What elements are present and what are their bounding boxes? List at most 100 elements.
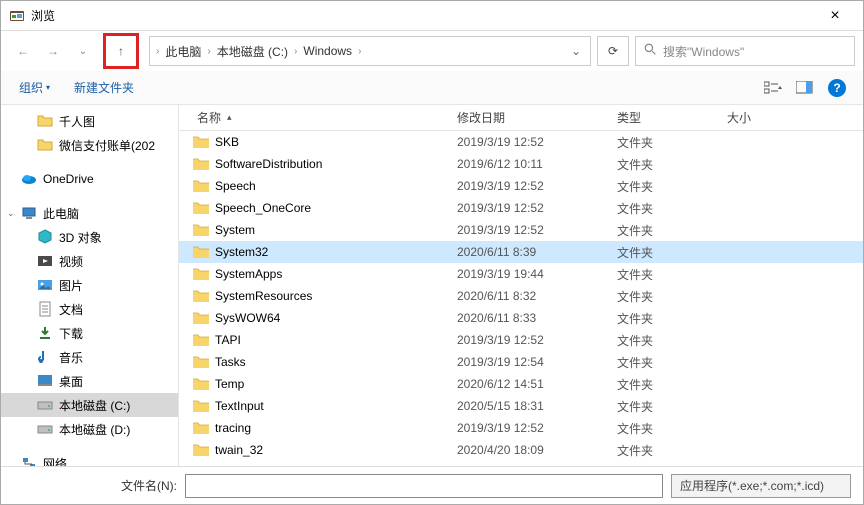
file-type: 文件夹 (609, 376, 719, 393)
file-row[interactable]: TAPI2019/3/19 12:52文件夹 (179, 329, 863, 351)
chevron-right-icon: › (154, 46, 161, 57)
expand-icon[interactable]: ⌄ (7, 208, 19, 219)
folder-icon (37, 113, 53, 129)
file-name: Tasks (215, 355, 246, 369)
col-name[interactable]: 名称 ▴ (179, 109, 449, 126)
sidebar-item[interactable]: OneDrive (1, 167, 178, 191)
file-list[interactable]: SKB2019/3/19 12:52文件夹SoftwareDistributio… (179, 131, 863, 466)
folder-icon (193, 443, 209, 457)
address-dropdown[interactable]: ⌄ (566, 44, 586, 58)
folder-icon (193, 421, 209, 435)
file-row[interactable]: Tasks2019/3/19 12:54文件夹 (179, 351, 863, 373)
file-date: 2019/3/19 12:52 (449, 223, 609, 237)
sidebar[interactable]: 千人图微信支付账单(202 OneDrive ⌄此电脑 3D 对象视频图片文档下载音乐… (1, 105, 179, 466)
search-input[interactable]: 搜索"Windows" (635, 36, 855, 66)
folder-icon (193, 201, 209, 215)
address-bar[interactable]: › 此电脑 › 本地磁盘 (C:) › Windows › ⌄ (149, 36, 591, 66)
folder-icon (193, 333, 209, 347)
col-size[interactable]: 大小 (719, 109, 809, 126)
folder-icon (193, 289, 209, 303)
sidebar-item[interactable]: ⌄此电脑 (1, 201, 178, 225)
file-row[interactable]: System 2019/3/19 12:52文件夹 (179, 219, 863, 241)
file-type: 文件夹 (609, 288, 719, 305)
file-type: 文件夹 (609, 156, 719, 173)
file-type: 文件夹 (609, 332, 719, 349)
sidebar-item[interactable]: 网络 (1, 451, 178, 466)
sidebar-item-label: 下载 (59, 325, 83, 342)
help-icon: ? (828, 79, 846, 97)
folder-icon (193, 135, 209, 149)
file-type: 文件夹 (609, 222, 719, 239)
new-folder-button[interactable]: 新建文件夹 (68, 75, 140, 100)
help-button[interactable]: ? (823, 76, 851, 100)
sidebar-item[interactable]: 3D 对象 (1, 225, 178, 249)
file-type: 文件夹 (609, 178, 719, 195)
sidebar-item[interactable]: 千人图 (1, 109, 178, 133)
sidebar-item[interactable]: 本地磁盘 (D:) (1, 417, 178, 441)
cube-icon (37, 229, 53, 245)
breadcrumb[interactable]: Windows (299, 44, 356, 58)
video-icon (37, 253, 53, 269)
file-name: SysWOW64 (215, 311, 280, 325)
file-row[interactable]: TextInput2020/5/15 18:31文件夹 (179, 395, 863, 417)
sidebar-item-label: 图片 (59, 277, 83, 294)
file-name: twain_32 (215, 443, 263, 457)
file-row[interactable]: SKB2019/3/19 12:52文件夹 (179, 131, 863, 153)
file-type: 文件夹 (609, 200, 719, 217)
recent-dropdown[interactable]: ⌄ (69, 37, 97, 65)
file-row[interactable]: Temp2020/6/12 14:51文件夹 (179, 373, 863, 395)
close-button[interactable]: × (815, 7, 855, 25)
sidebar-item-label: 3D 对象 (59, 229, 102, 246)
file-type: 文件夹 (609, 244, 719, 261)
onedrive-icon (21, 171, 37, 187)
filename-input[interactable] (185, 474, 663, 498)
sidebar-item[interactable]: 桌面 (1, 369, 178, 393)
file-name: Speech_OneCore (215, 201, 311, 215)
sidebar-item[interactable]: 本地磁盘 (C:) (1, 393, 178, 417)
folder-icon (193, 179, 209, 193)
sidebar-item[interactable]: 文档 (1, 297, 178, 321)
file-row[interactable]: Speech2019/3/19 12:52文件夹 (179, 175, 863, 197)
col-type[interactable]: 类型 (609, 109, 719, 126)
file-row[interactable]: SystemApps2019/3/19 19:44文件夹 (179, 263, 863, 285)
sidebar-item[interactable]: 下载 (1, 321, 178, 345)
breadcrumb[interactable]: 本地磁盘 (C:) (213, 43, 292, 60)
up-button[interactable]: ↑ (109, 39, 133, 63)
file-name: SoftwareDistribution (215, 157, 322, 171)
chevron-right-icon: › (356, 46, 363, 57)
sidebar-item[interactable]: 图片 (1, 273, 178, 297)
file-date: 2019/3/19 19:44 (449, 267, 609, 281)
file-row[interactable]: SystemResources2020/6/11 8:32文件夹 (179, 285, 863, 307)
file-name: tracing (215, 421, 251, 435)
file-date: 2020/5/15 18:31 (449, 399, 609, 413)
file-name: System (215, 223, 255, 237)
file-row[interactable]: System322020/6/11 8:39文件夹 (179, 241, 863, 263)
file-row[interactable]: SysWOW642020/6/11 8:33文件夹 (179, 307, 863, 329)
sidebar-item[interactable]: 音乐 (1, 345, 178, 369)
file-pane: 名称 ▴ 修改日期 类型 大小 SKB2019/3/19 12:52文件夹Sof… (179, 105, 863, 466)
forward-button[interactable]: → (39, 37, 67, 65)
sidebar-item[interactable]: 视频 (1, 249, 178, 273)
col-date[interactable]: 修改日期 (449, 109, 609, 126)
back-button[interactable]: ← (9, 37, 37, 65)
filter-dropdown[interactable]: 应用程序(*.exe;*.com;*.icd) (671, 474, 851, 498)
view-options-button[interactable] (759, 76, 787, 100)
file-row[interactable]: Speech_OneCore2019/3/19 12:52文件夹 (179, 197, 863, 219)
breadcrumb[interactable]: 此电脑 (161, 43, 205, 60)
file-date: 2019/3/19 12:52 (449, 179, 609, 193)
sort-asc-icon: ▴ (227, 112, 232, 123)
desktop-icon (37, 373, 53, 389)
file-row[interactable]: twain_322020/4/20 18:09文件夹 (179, 439, 863, 461)
folder-icon (193, 377, 209, 391)
sidebar-item[interactable]: 微信支付账单(202 (1, 133, 178, 157)
file-date: 2019/3/19 12:52 (449, 421, 609, 435)
sidebar-item-label: 文档 (59, 301, 83, 318)
file-row[interactable]: SoftwareDistribution2019/6/12 10:11文件夹 (179, 153, 863, 175)
organize-button[interactable]: 组织 ▾ (13, 75, 56, 100)
file-row[interactable]: tracing2019/3/19 12:52文件夹 (179, 417, 863, 439)
sidebar-item-label: 千人图 (59, 113, 95, 130)
preview-pane-button[interactable] (791, 76, 819, 100)
refresh-button[interactable]: ⟳ (597, 36, 629, 66)
filename-label: 文件名(N): (121, 477, 177, 494)
doc-icon (37, 301, 53, 317)
